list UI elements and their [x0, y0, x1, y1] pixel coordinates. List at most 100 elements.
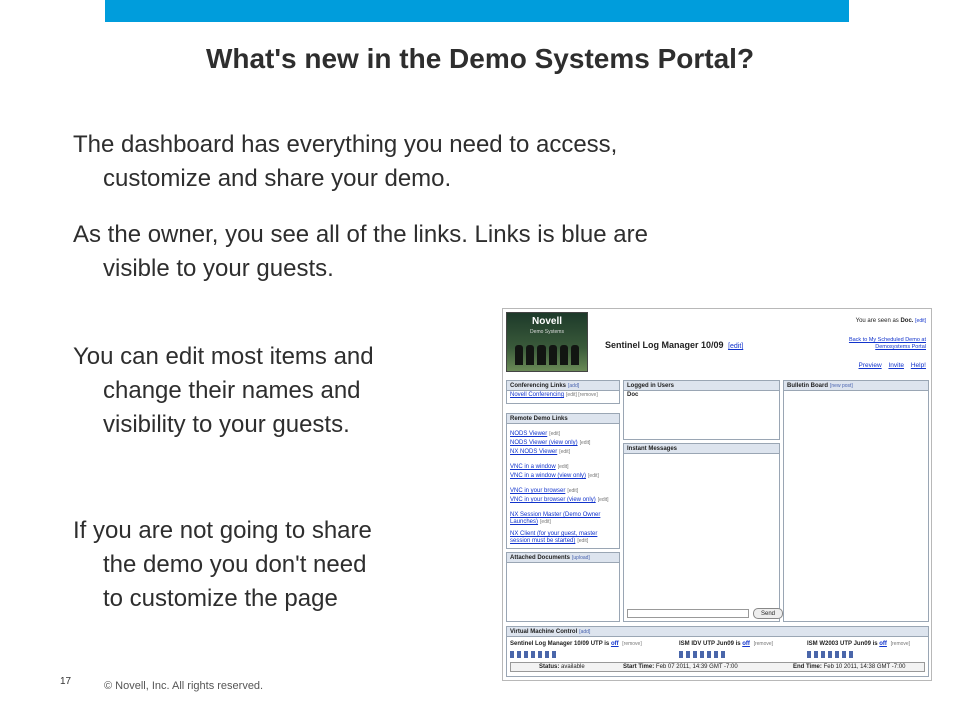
bullet-line: As the owner, you see all of the links. …	[73, 221, 648, 248]
edit-link[interactable]: [edit]	[558, 464, 569, 470]
bullet-line: visibility to your guests.	[103, 411, 350, 438]
edit-link[interactable]: [edit]	[549, 431, 560, 437]
vm-row: ISM W2003 UTP Jun09 is off [remove]	[807, 641, 910, 647]
add-vm-link[interactable]: [add]	[579, 629, 590, 635]
vm-state: off	[610, 641, 619, 647]
list-item: NX Client (for your guest, master sessio…	[507, 530, 615, 546]
bullet-line: change their names and	[103, 377, 361, 404]
start-time-value: Feb 07 2011, 14:39 GMT -7:00	[655, 664, 738, 670]
edit-demo-title-link[interactable]: [edit]	[728, 343, 743, 350]
nx-nods-viewer-link[interactable]: NX NODS Viewer	[510, 449, 557, 455]
conferencing-links-panel: Conferencing Links [add] Novell Conferenc…	[506, 380, 620, 404]
slide-title: What's new in the Demo Systems Portal?	[205, 43, 755, 74]
panel-title: Attached Documents [upload]	[507, 553, 619, 563]
list-item: VNC in a window (view only) [edit]	[507, 472, 619, 481]
team-photo-icon	[515, 343, 580, 365]
vm-control-icons[interactable]	[510, 651, 556, 658]
logo-brand: Novell	[531, 316, 562, 327]
bulletin-board-panel: Bulletin Board [new post]	[783, 380, 929, 622]
vnc-window-link[interactable]: VNC in a window	[510, 464, 556, 470]
novell-conferencing-link[interactable]: Novell Conferencing	[510, 392, 564, 398]
panel-title: Bulletin Board [new post]	[784, 381, 928, 391]
bullet-line: the demo you don't need	[103, 551, 367, 578]
bullet-owner-links: As the owner, you see all of the links. …	[73, 218, 648, 286]
edit-link[interactable]: [edit]	[598, 497, 609, 503]
invite-link[interactable]: Invite	[888, 362, 904, 369]
edit-seen-name-link[interactable]: [edit]	[915, 318, 926, 324]
portal-header: Novell Demo Systems Sentinel Log Manager…	[503, 309, 931, 377]
edit-link[interactable]: [edit]	[567, 488, 578, 494]
list-item: VNC in your browser (view only) [edit]	[507, 496, 619, 505]
bullet-line: customize and share your demo.	[103, 165, 452, 192]
bullet-line: You can edit most items and	[73, 343, 374, 370]
list-item: NX NODS Viewer [edit]	[507, 448, 619, 457]
panel-title: Remote Demo Links	[507, 414, 619, 424]
list-item: VNC in your browser [edit]	[507, 487, 619, 496]
status-label: Status:	[539, 664, 560, 670]
list-item: VNC in a window [edit]	[507, 463, 619, 472]
end-time-value: Feb 10 2011, 14:38 GMT -7:00	[823, 664, 906, 670]
panel-title: Virtual Machine Control [add]	[507, 627, 928, 637]
remove-vm-link[interactable]: [remove]	[622, 641, 641, 647]
edit-link[interactable]: [edit]	[577, 538, 588, 544]
vm-control-panel: Virtual Machine Control [add] Sentinel Lo…	[506, 626, 929, 677]
demo-title: Sentinel Log Manager 10/09 [edit]	[605, 340, 743, 350]
vm-row: Sentinel Log Manager 10/09 UTP is off [r…	[510, 641, 642, 647]
bullet-line: The dashboard has everything you need to…	[73, 131, 618, 158]
seen-prefix: You are seen as	[855, 318, 899, 324]
list-item: NODS Viewer [edit]	[507, 430, 619, 439]
list-item: Novell Conferencing [edit] [remove]	[507, 391, 619, 400]
attached-documents-panel: Attached Documents [upload]	[506, 552, 620, 622]
vm-name: ISM W2003 UTP Jun09 is	[807, 641, 878, 647]
remote-demo-links-panel: Remote Demo Links NODS Viewer [edit] NODS…	[506, 413, 620, 549]
remove-vm-link[interactable]: [remove]	[754, 641, 773, 647]
remove-vm-link[interactable]: [remove]	[891, 641, 910, 647]
nx-session-master-link[interactable]: NX Session Master (Demo Owner Launches)	[510, 512, 600, 525]
bullet-line: If you are not going to share	[73, 517, 372, 544]
vm-name: Sentinel Log Manager 10/09 UTP is	[510, 641, 610, 647]
nods-viewer-view-only-link[interactable]: NODS Viewer (view only)	[510, 440, 578, 446]
header-links: Preview Invite Help!	[854, 362, 926, 369]
vm-state: off	[742, 641, 750, 647]
preview-link[interactable]: Preview	[859, 362, 882, 369]
status-value: available	[561, 664, 585, 670]
edit-link[interactable]: [edit]	[559, 449, 570, 455]
vnc-browser-view-only-link[interactable]: VNC in your browser (view only)	[510, 497, 596, 503]
edit-link[interactable]: [edit]	[540, 519, 551, 525]
vm-row: ISM IDV UTP Jun09 is off [remove]	[679, 641, 773, 647]
vm-control-icons[interactable]	[679, 651, 725, 658]
vnc-window-view-only-link[interactable]: VNC in a window (view only)	[510, 473, 586, 479]
panel-title: Conferencing Links [add]	[507, 381, 619, 391]
vnc-browser-link[interactable]: VNC in your browser	[510, 488, 565, 494]
bullet-dashboard: The dashboard has everything you need to…	[73, 128, 617, 196]
message-input[interactable]	[627, 609, 749, 618]
portal-screenshot: Novell Demo Systems Sentinel Log Manager…	[502, 308, 932, 681]
edit-link[interactable]: [edit]	[588, 473, 599, 479]
vm-control-icons[interactable]	[807, 651, 853, 658]
item-actions[interactable]: [edit] [remove]	[566, 392, 598, 398]
start-time-label: Start Time:	[623, 664, 655, 670]
help-link[interactable]: Help!	[911, 362, 926, 369]
send-button[interactable]: Send	[753, 608, 783, 619]
add-conferencing-link[interactable]: [add]	[568, 383, 579, 389]
bullet-line: to customize the page	[103, 585, 338, 612]
vm-name: ISM IDV UTP Jun09 is	[679, 641, 741, 647]
edit-link[interactable]: [edit]	[580, 440, 591, 446]
novell-logo: Novell Demo Systems	[506, 312, 588, 372]
upload-link[interactable]: [upload]	[572, 555, 590, 561]
instant-messages-panel: Instant Messages Send	[623, 443, 783, 622]
panel-title: Instant Messages	[624, 444, 779, 454]
list-item: NX Session Master (Demo Owner Launches)[…	[507, 511, 615, 527]
logged-in-user: Doc	[627, 392, 639, 398]
page-number: 17	[60, 676, 72, 687]
bullet-edit-items: You can edit most items and change their…	[73, 340, 374, 442]
vm-state: off	[879, 641, 887, 647]
demo-title-text: Sentinel Log Manager 10/09	[605, 340, 724, 350]
list-item: NODS Viewer (view only) [edit]	[507, 439, 619, 448]
logged-in-users-panel: Logged in Users Doc	[623, 380, 780, 440]
nods-viewer-link[interactable]: NODS Viewer	[510, 431, 547, 437]
back-to-portal-link[interactable]: Back to My Scheduled Demo at Demosystems…	[838, 337, 926, 351]
logo-subtitle: Demo Systems	[530, 329, 564, 335]
top-accent-bar	[105, 0, 849, 22]
new-post-link[interactable]: [new post]	[830, 383, 853, 389]
